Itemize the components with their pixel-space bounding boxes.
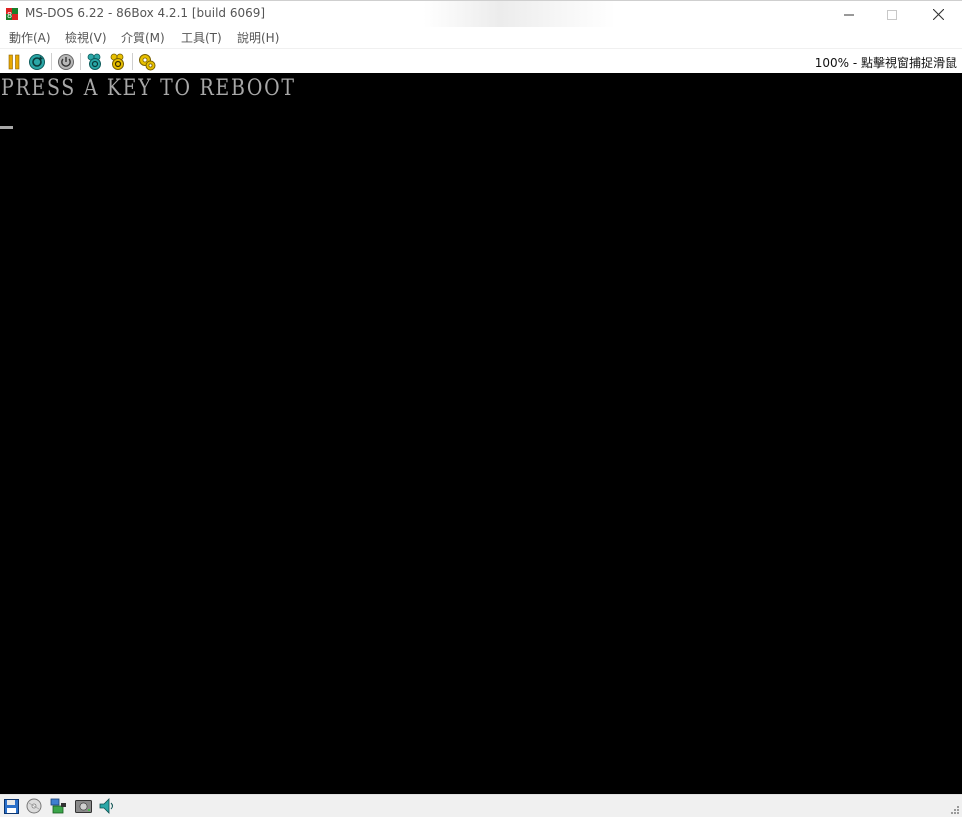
menu-view[interactable]: 檢視(V) (65, 29, 107, 46)
minimize-icon (844, 14, 854, 15)
close-button[interactable] (915, 1, 961, 28)
resize-grip-icon[interactable] (950, 805, 960, 815)
maximize-icon (887, 9, 897, 20)
pause-icon (8, 54, 20, 70)
zoom-status-text: 100% - 點擊視窗捕捉滑鼠 (814, 56, 957, 70)
ctrl-alt-esc-button[interactable] (108, 52, 128, 72)
ctrl-alt-esc-icon (110, 53, 124, 70)
toolbar-separator (80, 53, 81, 70)
svg-text:8: 8 (7, 11, 12, 20)
text-cursor (0, 126, 13, 129)
acpi-shutdown-icon (58, 54, 74, 70)
network-status[interactable] (49, 797, 67, 815)
menu-action[interactable]: 動作(A) (9, 29, 51, 46)
cdrom-icon (26, 798, 42, 814)
menu-bar: 動作(A) 檢視(V) 介質(M) 工具(T) 說明(H) (0, 27, 962, 48)
maximize-button[interactable] (869, 1, 915, 28)
hard-disk-status[interactable] (74, 797, 92, 815)
toolbar: 100% - 點擊視窗捕捉滑鼠 (0, 48, 962, 73)
acpi-shutdown-button[interactable] (56, 52, 76, 72)
cdrom-drive-status[interactable] (25, 797, 43, 815)
window-title: MS-DOS 6.22 - 86Box 4.2.1 [build 6069] (25, 6, 266, 20)
title-bar[interactable]: 8 MS-DOS 6.22 - 86Box 4.2.1 [build 6069] (0, 0, 962, 27)
minimize-button[interactable] (826, 1, 872, 28)
toolbar-separator (51, 53, 52, 70)
close-icon (932, 9, 944, 20)
86box-logo-icon[interactable]: 8 (5, 7, 19, 21)
ctrl-alt-del-icon (87, 53, 101, 70)
menu-media[interactable]: 介質(M) (121, 29, 165, 46)
hard-reset-icon (29, 54, 45, 70)
floppy-disk-icon (3, 798, 19, 814)
floppy-drive-status[interactable] (2, 797, 20, 815)
emulator-screen[interactable]: PRESS A KEY TO REBOOT (0, 73, 962, 794)
settings-icon (139, 54, 156, 71)
sound-icon (99, 798, 113, 814)
pause-button[interactable] (4, 52, 24, 72)
menu-tools[interactable]: 工具(T) (181, 29, 222, 46)
ctrl-alt-del-button[interactable] (85, 52, 105, 72)
menu-help[interactable]: 說明(H) (237, 29, 279, 46)
hard-disk-icon (74, 799, 92, 813)
settings-button[interactable] (137, 52, 157, 72)
status-bar (0, 794, 962, 817)
network-icon (50, 798, 66, 814)
toolbar-separator (132, 53, 133, 70)
hard-reset-button[interactable] (27, 52, 47, 72)
dos-output-line: PRESS A KEY TO REBOOT (1, 76, 296, 101)
sound-status[interactable] (98, 797, 116, 815)
